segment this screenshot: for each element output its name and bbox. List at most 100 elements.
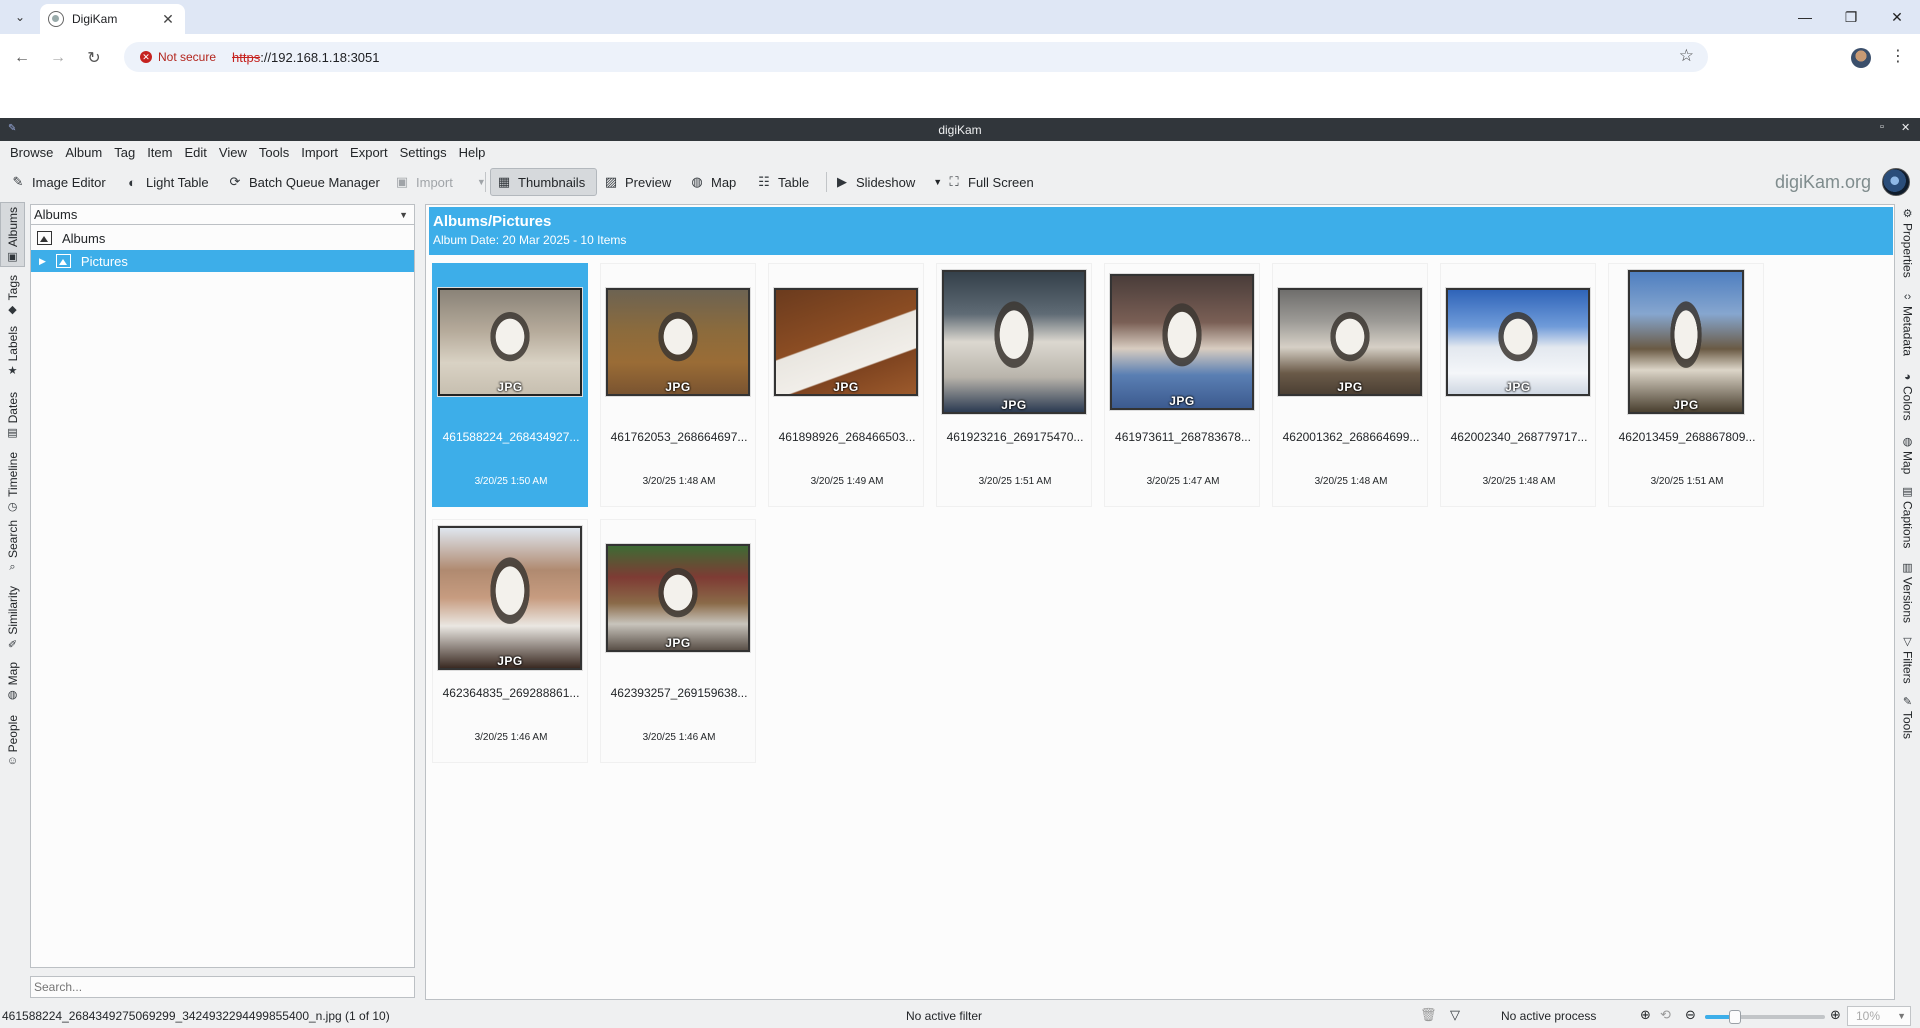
filter-icon[interactable]: ▽ xyxy=(1450,1007,1460,1023)
light-table-button[interactable]: ◐ Light Table xyxy=(119,168,214,196)
thumbnail-date: 3/20/25 1:46 AM xyxy=(474,732,548,743)
back-icon[interactable]: ← xyxy=(10,46,34,70)
not-secure-chip[interactable]: ✕ Not secure xyxy=(132,46,224,68)
zoom-fit-icon[interactable]: ⊕ xyxy=(1640,1007,1651,1023)
menu-tools[interactable]: Tools xyxy=(253,145,295,160)
album-search-input[interactable] xyxy=(30,976,415,998)
zoom-slider[interactable] xyxy=(1705,1010,1825,1024)
photo-thumbnail xyxy=(438,526,582,670)
preview-label: Preview xyxy=(625,174,672,190)
zoom-slider-handle[interactable] xyxy=(1729,1010,1741,1024)
menu-help[interactable]: Help xyxy=(453,145,492,160)
thumbnails-button[interactable]: ▦ Thumbnails xyxy=(490,168,597,196)
face-icon: ☺ xyxy=(6,755,19,767)
thumbnail-item[interactable]: JPG 461898926_268466503... 3/20/25 1:49 … xyxy=(768,263,924,507)
tab-close-icon[interactable]: ✕ xyxy=(159,11,177,28)
import-button[interactable]: ▣ Import ▼ xyxy=(389,168,491,196)
menu-view[interactable]: View xyxy=(213,145,253,160)
profile-avatar[interactable] xyxy=(1851,48,1871,68)
thumbnail-item[interactable]: JPG 462002340_268779717... 3/20/25 1:48 … xyxy=(1440,263,1596,507)
browser-tabstrip: ⌄ DigiKam ✕ — ❐ ✕ xyxy=(0,0,1920,34)
forward-icon[interactable]: → xyxy=(46,46,70,70)
menu-import[interactable]: Import xyxy=(295,145,344,160)
tab-versions[interactable]: ▥ Versions xyxy=(1895,558,1920,630)
digikam-logo-icon[interactable] xyxy=(1882,168,1910,196)
thumbnail-item[interactable]: JPG 462001362_268664699... 3/20/25 1:48 … xyxy=(1272,263,1428,507)
tab-map[interactable]: ◍ Map xyxy=(0,656,25,704)
format-badge: JPG xyxy=(1505,380,1531,394)
menu-edit[interactable]: Edit xyxy=(178,145,212,160)
bookmark-star-icon[interactable]: ☆ xyxy=(1679,46,1694,66)
thumbnail-item[interactable]: JPG 462393257_269159638... 3/20/25 1:46 … xyxy=(600,519,756,763)
digikam-logo-text[interactable]: digiKam.org xyxy=(1775,172,1871,193)
tab-search-icon[interactable]: ⌄ xyxy=(6,6,34,28)
batch-queue-button[interactable]: ⟳ Batch Queue Manager xyxy=(222,168,385,196)
zoom-level-combo[interactable]: 10% ▼ xyxy=(1847,1006,1911,1026)
toolbar-separator xyxy=(485,172,486,192)
address-bar[interactable]: ✕ Not secure https://192.168.1.18:3051 ☆ xyxy=(124,42,1708,72)
browser-menu-icon[interactable]: ⋮ xyxy=(1890,46,1906,66)
tab-labels[interactable]: ★ Labels xyxy=(0,320,25,380)
tab-albums[interactable]: ▣ Albums xyxy=(0,202,25,267)
tab-labels-label: Labels xyxy=(5,325,20,361)
url-text[interactable]: https://192.168.1.18:3051 xyxy=(232,50,379,65)
preview-button[interactable]: ▨ Preview xyxy=(598,168,676,196)
thumbnail-item[interactable]: JPG 462013459_268867809... 3/20/25 1:51 … xyxy=(1608,263,1764,507)
full-screen-button[interactable]: ⛶ Full Screen xyxy=(941,168,1039,196)
close-window-icon[interactable]: ✕ xyxy=(1874,0,1920,34)
tab-colors[interactable]: ◕ Colors xyxy=(1895,368,1920,430)
expand-arrow-icon[interactable]: ▶ xyxy=(39,256,46,267)
zoom-out-icon[interactable]: ⊖ xyxy=(1685,1007,1696,1023)
zoom-reset-icon[interactable]: ⟲ xyxy=(1660,1007,1671,1023)
tree-item-albums[interactable]: Albums xyxy=(31,227,414,249)
trash-icon[interactable]: 🗑 xyxy=(1420,1007,1437,1023)
restore-icon[interactable]: ❐ xyxy=(1828,0,1874,34)
thumbnail-date: 3/20/25 1:48 AM xyxy=(642,476,716,487)
tab-people[interactable]: ☺ People xyxy=(0,706,25,770)
thumbnail-item[interactable]: JPG 461923216_269175470... 3/20/25 1:51 … xyxy=(936,263,1092,507)
tab-captions[interactable]: ▤ Captions xyxy=(1895,482,1920,556)
table-button[interactable]: ☷ Table xyxy=(751,168,814,196)
tab-search[interactable]: ⌕ Search xyxy=(0,517,25,577)
menu-export[interactable]: Export xyxy=(344,145,394,160)
reload-icon[interactable]: ↻ xyxy=(82,46,106,70)
menu-album[interactable]: Album xyxy=(59,145,108,160)
tab-metadata[interactable]: ‹› Metadata xyxy=(1895,288,1920,366)
funnel-icon: ▽ xyxy=(1903,636,1912,648)
format-badge: JPG xyxy=(497,380,523,394)
thumbnail-date: 3/20/25 1:48 AM xyxy=(1482,476,1556,487)
tab-map-right[interactable]: ◍ Map xyxy=(1895,432,1920,480)
thumbnail-item[interactable]: JPG 461762053_268664697... 3/20/25 1:48 … xyxy=(600,263,756,507)
image-editor-button[interactable]: ✎ Image Editor xyxy=(5,168,111,196)
thumbnail-date: 3/20/25 1:51 AM xyxy=(978,476,1052,487)
album-header: Albums/Pictures Album Date: 20 Mar 2025 … xyxy=(429,207,1893,255)
map-button[interactable]: ◍ Map xyxy=(684,168,741,196)
tree-item-albums-label: Albums xyxy=(62,230,106,246)
tab-dates[interactable]: ▤ Dates xyxy=(0,382,25,442)
tree-item-pictures[interactable]: ▶ Pictures xyxy=(31,250,414,272)
tab-timeline[interactable]: ◷ Timeline xyxy=(0,444,25,516)
menu-tag[interactable]: Tag xyxy=(108,145,141,160)
thumbnail-item[interactable]: JPG 461588224_268434927... 3/20/25 1:50 … xyxy=(432,263,588,507)
menu-item[interactable]: Item xyxy=(141,145,178,160)
thumbnail-item[interactable]: JPG 461973611_268783678... 3/20/25 1:47 … xyxy=(1104,263,1260,507)
maximize-app-icon[interactable]: ▫ xyxy=(1880,121,1884,133)
tab-tags[interactable]: ◆ Tags xyxy=(0,269,25,319)
browser-tab[interactable]: DigiKam ✕ xyxy=(40,4,185,34)
album-view-combo[interactable]: Albums ▼ xyxy=(31,205,414,225)
menu-settings[interactable]: Settings xyxy=(394,145,453,160)
format-badge: JPG xyxy=(1001,398,1027,412)
close-app-icon[interactable]: ✕ xyxy=(1901,121,1910,134)
slideshow-button[interactable]: ▶ Slideshow ▼ xyxy=(829,168,947,196)
tab-tools[interactable]: ✎ Tools xyxy=(1895,692,1920,742)
full-screen-label: Full Screen xyxy=(968,174,1034,190)
tab-similarity[interactable]: ✐ Similarity xyxy=(0,579,25,654)
tab-properties[interactable]: ⚙ Properties xyxy=(1895,204,1920,286)
thumbnail-item[interactable]: JPG 462364835_269288861... 3/20/25 1:46 … xyxy=(432,519,588,763)
menu-browse[interactable]: Browse xyxy=(4,145,59,160)
minimize-icon[interactable]: — xyxy=(1782,0,1828,34)
browser-content-top xyxy=(0,80,1920,118)
tab-filters[interactable]: ▽ Filters xyxy=(1895,632,1920,690)
zoom-in-icon[interactable]: ⊕ xyxy=(1830,1007,1841,1023)
tab-colors-label: Colors xyxy=(1900,386,1915,421)
